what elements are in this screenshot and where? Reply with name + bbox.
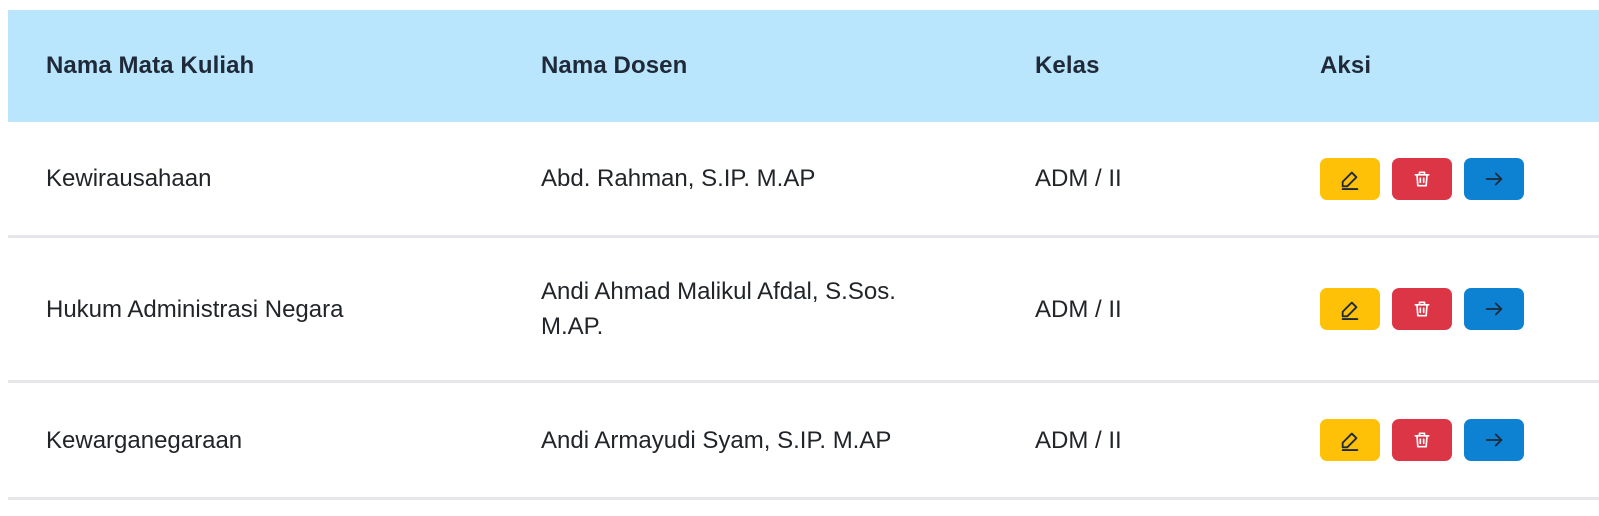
- trash-icon: [1412, 299, 1432, 319]
- course-name-cell: Kewirausahaan: [46, 165, 212, 192]
- edit-button[interactable]: [1320, 419, 1380, 461]
- arrow-right-icon: [1483, 429, 1505, 451]
- table-header: Nama Mata Kuliah Nama Dosen Kelas Aksi: [8, 10, 1599, 122]
- lecturer-name-cell: Andi Ahmad Malikul Afdal, S.Sos. M.AP.: [541, 278, 896, 340]
- action-cell: [1282, 157, 1599, 200]
- header-class: Kelas: [1035, 52, 1100, 79]
- delete-button[interactable]: [1392, 419, 1452, 461]
- class-cell: ADM / II: [1035, 426, 1122, 454]
- edit-button[interactable]: [1320, 288, 1380, 330]
- course-table: Nama Mata Kuliah Nama Dosen Kelas Aksi K…: [8, 10, 1599, 500]
- open-button[interactable]: [1464, 419, 1524, 461]
- action-cell: [1282, 419, 1599, 461]
- arrow-right-icon: [1483, 298, 1505, 320]
- course-name-cell: Hukum Administrasi Negara: [46, 295, 344, 323]
- arrow-right-icon: [1483, 168, 1505, 190]
- lecturer-name-cell: Andi Armayudi Syam, S.IP. M.AP: [541, 426, 892, 454]
- class-cell: ADM / II: [1035, 295, 1122, 323]
- class-cell: ADM / II: [1035, 165, 1122, 192]
- delete-button[interactable]: [1392, 288, 1452, 330]
- trash-icon: [1412, 169, 1432, 189]
- course-name-cell: Kewarganegaraan: [46, 426, 243, 454]
- pencil-icon: [1339, 298, 1361, 320]
- table-row: Kewarganegaraan Andi Armayudi Syam, S.IP…: [8, 383, 1599, 500]
- edit-button[interactable]: [1320, 157, 1380, 200]
- pencil-icon: [1339, 168, 1361, 190]
- header-course-name: Nama Mata Kuliah: [46, 52, 255, 79]
- open-button[interactable]: [1464, 288, 1524, 330]
- delete-button[interactable]: [1392, 157, 1452, 200]
- table-row: Hukum Administrasi Negara Andi Ahmad Mal…: [8, 238, 1599, 383]
- header-action: Aksi: [1320, 52, 1372, 79]
- action-cell: [1282, 288, 1599, 330]
- header-lecturer-name: Nama Dosen: [541, 52, 688, 79]
- trash-icon: [1412, 430, 1432, 450]
- open-button[interactable]: [1464, 157, 1524, 200]
- lecturer-name-cell: Abd. Rahman, S.IP. M.AP: [541, 165, 816, 192]
- table-row: Kewirausahaan Abd. Rahman, S.IP. M.AP AD…: [8, 122, 1599, 238]
- pencil-icon: [1339, 429, 1361, 451]
